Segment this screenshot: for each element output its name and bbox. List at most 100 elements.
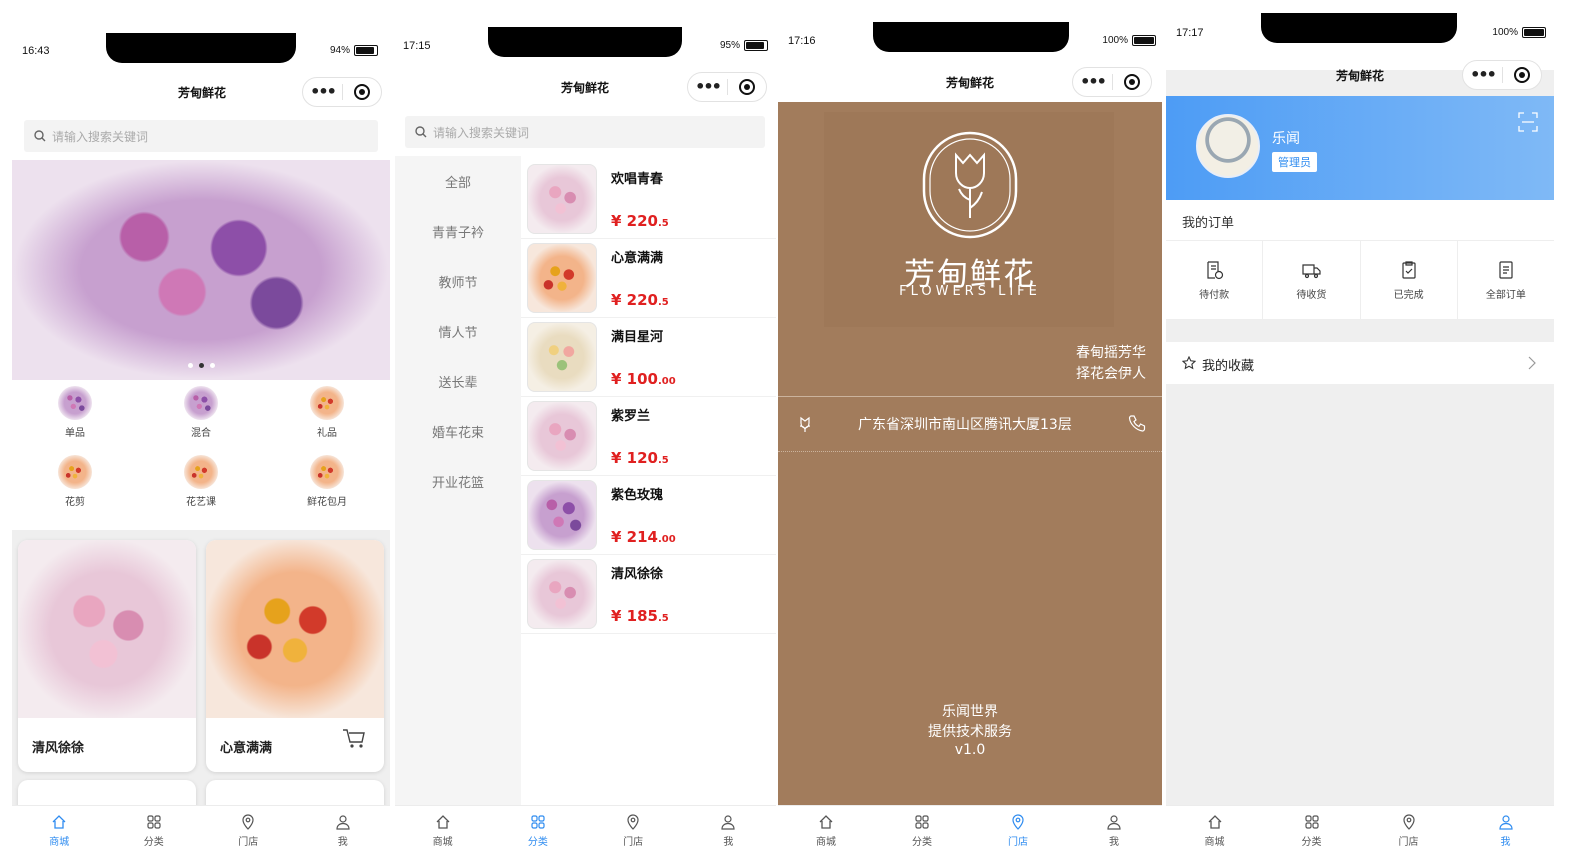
order-status-row: 待付款 待收货 已完成 全部订单 <box>1166 240 1554 320</box>
battery-icon <box>1132 35 1156 46</box>
tab-mall[interactable]: 商城 <box>1166 806 1263 856</box>
product-name: 欢唱青春 <box>611 172 664 187</box>
location-icon <box>627 814 639 830</box>
category-image <box>310 386 344 420</box>
product-image <box>527 480 597 550</box>
tab-store[interactable]: 门店 <box>970 806 1066 856</box>
chevron-right-icon <box>1528 356 1536 370</box>
close-target-icon[interactable] <box>728 79 766 95</box>
tab-bar: 商城 分类 门店 我 <box>12 805 390 856</box>
tab-store[interactable]: 门店 <box>586 806 681 856</box>
tab-me[interactable]: 我 <box>296 806 391 856</box>
flower-icon <box>799 416 811 432</box>
category-sidebar: 全部 青青子衿 教师节 情人节 送长辈 婚车花束 开业花篮 <box>395 156 521 806</box>
orders-header: 我的订单 <box>1166 200 1554 240</box>
tab-category[interactable]: 分类 <box>490 806 585 856</box>
document-icon <box>1499 260 1513 279</box>
mini-program-capsule[interactable]: ••• <box>1072 67 1152 97</box>
tab-mall[interactable]: 商城 <box>12 806 107 856</box>
category-grid: 单品 混合 礼品 花剪 花艺课 鲜花包月 <box>12 386 390 508</box>
tab-me[interactable]: 我 <box>681 806 776 856</box>
category-item[interactable]: 花艺课 <box>138 455 264 508</box>
sidebar-item[interactable]: 婚车花束 <box>395 406 521 456</box>
product-row[interactable]: 欢唱青春 ¥ 220.5 <box>521 160 776 239</box>
phone-icon[interactable] <box>1128 414 1146 432</box>
footer-line-2: 提供技术服务 <box>928 724 1012 740</box>
product-row[interactable]: 心意满满 ¥ 220.5 <box>521 239 776 318</box>
more-icon[interactable]: ••• <box>303 79 342 105</box>
order-pending-delivery[interactable]: 待收货 <box>1263 241 1361 319</box>
product-image <box>527 401 597 471</box>
sidebar-item[interactable]: 开业花篮 <box>395 456 521 506</box>
avatar[interactable] <box>1196 114 1260 178</box>
product-row[interactable]: 紫罗兰 ¥ 120.5 <box>521 397 776 476</box>
battery-icon <box>1522 27 1546 38</box>
status-time: 17:16 <box>788 35 816 47</box>
close-target-icon[interactable] <box>1503 67 1541 83</box>
search-bar[interactable]: 请输入搜索关键词 <box>24 120 378 152</box>
sidebar-item[interactable]: 青青子衿 <box>395 206 521 256</box>
product-card[interactable]: 心意满满 <box>206 540 384 772</box>
category-item[interactable]: 礼品 <box>264 386 390 439</box>
product-image <box>527 164 597 234</box>
more-icon[interactable]: ••• <box>1073 69 1112 95</box>
tab-store[interactable]: 门店 <box>1360 806 1457 856</box>
close-target-icon[interactable] <box>1113 74 1151 90</box>
tab-me[interactable]: 我 <box>1066 806 1162 856</box>
tab-bar: 商城 分类 门店 我 <box>395 805 776 856</box>
mini-program-capsule[interactable]: ••• <box>302 77 382 107</box>
order-pending-payment[interactable]: 待付款 <box>1166 241 1264 319</box>
more-icon[interactable]: ••• <box>1463 62 1502 88</box>
product-price: ¥ 120.5 <box>611 449 669 467</box>
status-time: 16:43 <box>22 45 50 57</box>
product-row[interactable]: 紫色玫瑰 ¥ 214.00 <box>521 476 776 555</box>
tab-category[interactable]: 分类 <box>1263 806 1360 856</box>
mini-program-capsule[interactable]: ••• <box>687 72 767 102</box>
sidebar-item[interactable]: 情人节 <box>395 306 521 356</box>
category-image <box>58 386 92 420</box>
tab-store[interactable]: 门店 <box>201 806 296 856</box>
battery-icon <box>354 45 378 56</box>
more-icon[interactable]: ••• <box>688 74 727 100</box>
sidebar-item[interactable]: 教师节 <box>395 256 521 306</box>
order-all[interactable]: 全部订单 <box>1458 241 1554 319</box>
tab-category[interactable]: 分类 <box>874 806 970 856</box>
scan-icon[interactable] <box>1518 112 1538 132</box>
sidebar-item-all[interactable]: 全部 <box>395 156 521 206</box>
status-bar: 17:15 95% <box>395 0 776 70</box>
tab-bar: 商城 分类 门店 我 <box>1166 805 1554 856</box>
tab-me[interactable]: 我 <box>1457 806 1554 856</box>
favorites-row[interactable]: 我的收藏 <box>1166 342 1554 384</box>
tab-mall[interactable]: 商城 <box>395 806 490 856</box>
mini-program-capsule[interactable]: ••• <box>1462 60 1542 90</box>
order-completed[interactable]: 已完成 <box>1361 241 1458 319</box>
bill-icon <box>1207 260 1224 279</box>
user-icon <box>721 815 735 830</box>
banner-image[interactable] <box>12 160 390 380</box>
grid-icon <box>1304 815 1319 829</box>
category-item[interactable]: 花剪 <box>12 455 138 508</box>
product-row[interactable]: 满目星河 ¥ 100.00 <box>521 318 776 397</box>
close-target-icon[interactable] <box>343 84 381 100</box>
tab-mall[interactable]: 商城 <box>778 806 874 856</box>
product-image <box>527 559 597 629</box>
product-row[interactable]: 清风徐徐 ¥ 185.5 <box>521 555 776 634</box>
product-name: 心意满满 <box>220 741 273 756</box>
category-item[interactable]: 鲜花包月 <box>264 455 390 508</box>
battery-indicator: 94% <box>330 45 378 56</box>
category-item[interactable]: 单品 <box>12 386 138 439</box>
user-name: 乐闻 <box>1272 131 1300 147</box>
grid-icon <box>531 815 545 829</box>
slogan-line-1: 春甸摇芳华 <box>1076 345 1146 361</box>
tab-category[interactable]: 分类 <box>107 806 202 856</box>
user-icon <box>1498 815 1513 830</box>
store-panel: 芳甸鲜花 FLOWERS LIFE 春甸摇芳华 择花会伊人 广东省深圳市南山区腾… <box>778 102 1162 806</box>
category-image <box>184 386 218 420</box>
sidebar-item[interactable]: 送长辈 <box>395 356 521 406</box>
cart-icon[interactable] <box>342 728 366 750</box>
address-row[interactable]: 广东省深圳市南山区腾讯大厦13层 <box>778 396 1162 452</box>
category-item[interactable]: 混合 <box>138 386 264 439</box>
tab-bar: 商城 分类 门店 我 <box>778 805 1162 856</box>
search-bar[interactable]: 请输入搜索关键词 <box>405 116 765 148</box>
product-card[interactable]: 清风徐徐 <box>18 540 196 772</box>
